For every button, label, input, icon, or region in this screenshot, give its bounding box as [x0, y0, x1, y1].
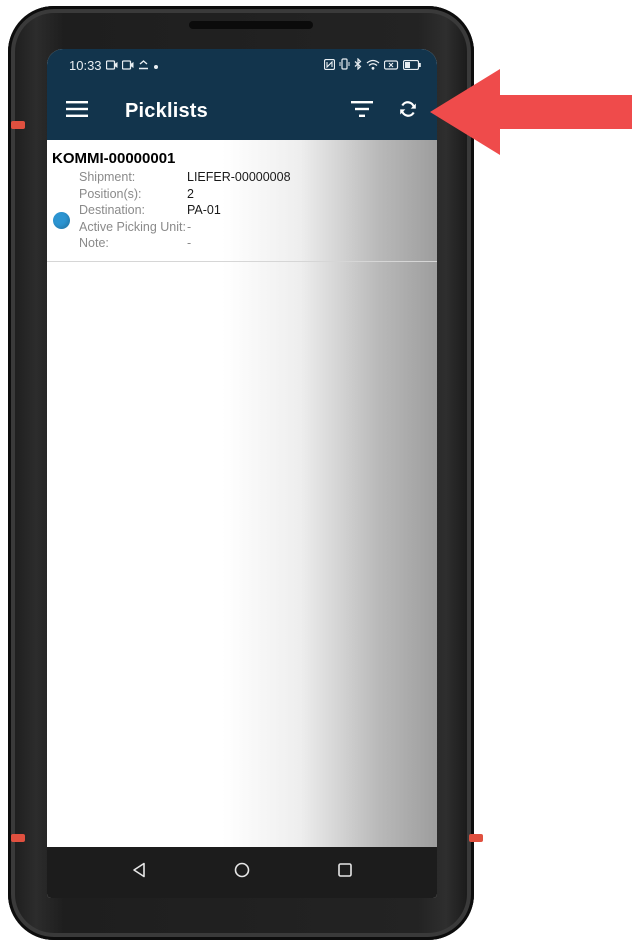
phone-screen: 10:33 Picklists KOMMI-00000001 Shipment:…: [47, 49, 437, 898]
field-label: Position(s):: [79, 186, 142, 201]
filter-icon: [351, 100, 373, 122]
field-label: Destination:: [79, 203, 146, 217]
bumper-accent: [469, 834, 483, 842]
back-triangle-icon: [132, 862, 146, 883]
nfc-icon: [323, 58, 336, 73]
field-row: Active Picking Unit: -: [52, 219, 437, 236]
field-row: Note: -: [52, 235, 437, 252]
vibrate-icon: [339, 58, 350, 73]
list-item[interactable]: KOMMI-00000001 Shipment: LIEFER-00000008…: [47, 140, 437, 262]
callout-arrow: [430, 69, 632, 160]
status-left: 10:33: [69, 58, 159, 73]
stage: 10:33 Picklists KOMMI-00000001 Shipment:…: [0, 0, 633, 943]
nav-recents-button[interactable]: [330, 858, 360, 888]
earpiece-speaker: [189, 21, 313, 29]
hamburger-icon: [66, 100, 88, 122]
picklist-id: KOMMI-00000001: [52, 150, 176, 167]
video-icon: [121, 58, 134, 73]
wifi-icon: [366, 58, 380, 73]
field-value: LIEFER-00000008: [187, 170, 291, 184]
field-value: PA-01: [187, 203, 221, 217]
status-indicator: [53, 212, 70, 229]
status-time: 10:33: [69, 58, 102, 73]
video-icon: [105, 58, 118, 73]
field-row: Destination: PA-01: [52, 202, 437, 219]
bluetooth-icon: [354, 57, 362, 73]
field-value: -: [187, 219, 192, 234]
dot-icon: [153, 58, 159, 73]
download-icon: [138, 58, 149, 73]
field-label: Shipment:: [79, 170, 136, 184]
battery-saver-icon: [383, 58, 399, 73]
nav-back-button[interactable]: [124, 858, 154, 888]
nav-home-button[interactable]: [227, 858, 257, 888]
filter-button[interactable]: [347, 96, 377, 126]
battery-icon: [402, 58, 421, 73]
bumper-accent: [11, 121, 25, 129]
field-label: Active Picking Unit:: [79, 219, 186, 234]
home-circle-icon: [234, 862, 250, 883]
field-label: Note:: [79, 236, 109, 250]
picklist-list: KOMMI-00000001 Shipment: LIEFER-00000008…: [47, 140, 437, 847]
system-nav-bar: [47, 847, 437, 898]
field-row: Position(s): 2: [52, 186, 437, 203]
menu-button[interactable]: [65, 99, 89, 123]
page-title: Picklists: [125, 99, 208, 122]
refresh-button[interactable]: [393, 96, 423, 126]
status-right: [323, 57, 421, 73]
bumper-accent: [11, 834, 25, 842]
field-row: Shipment: LIEFER-00000008: [52, 169, 437, 186]
refresh-icon: [398, 99, 418, 124]
recents-square-icon: [338, 863, 353, 882]
field-value: -: [187, 236, 192, 250]
status-bar: 10:33: [47, 49, 437, 82]
field-value: 2: [187, 186, 194, 201]
app-bar: Picklists: [47, 82, 437, 140]
